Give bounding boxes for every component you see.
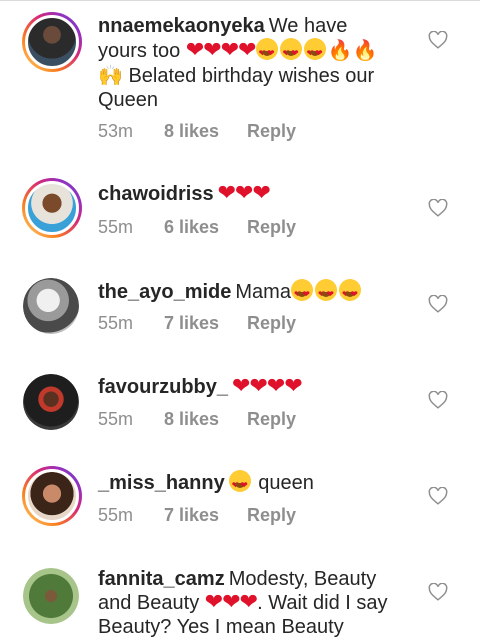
avatar[interactable]: [22, 178, 82, 238]
heart-outline-icon[interactable]: [428, 31, 448, 49]
heart-eyes-emoji: [290, 279, 313, 306]
comment-username[interactable]: the_ayo_mide: [98, 281, 231, 303]
avatar[interactable]: [22, 12, 82, 72]
comment-likes[interactable]: 7 likes: [164, 505, 247, 526]
reply-button[interactable]: Reply: [247, 217, 296, 238]
avatar[interactable]: [23, 278, 79, 334]
heart-eyes-emoji: [314, 279, 337, 306]
comment-text: favourzubby_ ❤❤❤❤: [98, 375, 398, 399]
comment-text: _miss_hanny queen: [98, 470, 398, 497]
comment-body-continued: Belated birthday wishes our Queen: [98, 65, 375, 111]
comment-meta: 55m 8 likes Reply: [98, 409, 296, 430]
avatar[interactable]: [23, 568, 79, 624]
top-divider: [0, 0, 480, 9]
comment-meta: 55m 6 likes Reply: [98, 217, 296, 238]
comment-time: 53m: [98, 121, 134, 141]
heart-eyes-emoji: [255, 38, 278, 65]
comment-body: Mama: [235, 281, 291, 303]
heart-eyes-emoji: [279, 38, 302, 65]
comment-username[interactable]: chawoidriss: [98, 183, 214, 205]
heart-outline-icon[interactable]: [428, 487, 448, 505]
avatar[interactable]: [23, 374, 79, 430]
fire-emoji: 🔥🔥: [327, 38, 378, 62]
comment-likes[interactable]: 8 likes: [164, 409, 247, 430]
reply-button[interactable]: Reply: [247, 313, 296, 334]
comment-time: 55m: [98, 313, 134, 333]
comment-username[interactable]: nnaemekaonyeka: [98, 15, 265, 37]
heart-outline-icon[interactable]: [428, 583, 448, 601]
comment-meta: 55m 7 likes Reply: [98, 505, 296, 526]
comment-text: chawoidriss ❤❤❤: [98, 182, 398, 206]
reply-button[interactable]: Reply: [247, 121, 296, 142]
red-heart-emoji: ❤❤❤: [204, 590, 258, 615]
comment-meta: 55m 7 likes Reply: [98, 313, 296, 334]
reply-button[interactable]: Reply: [247, 409, 296, 430]
avatar[interactable]: [22, 466, 82, 526]
heart-eyes-emoji: [338, 279, 361, 306]
comment-time: 55m: [98, 217, 134, 237]
comment-likes[interactable]: 6 likes: [164, 217, 247, 238]
red-heart-emoji: ❤❤❤❤: [232, 374, 303, 399]
heart-eyes-emoji: [303, 38, 326, 65]
comment-likes[interactable]: 8 likes: [164, 121, 247, 142]
red-heart-emoji: ❤❤❤: [217, 181, 271, 206]
raised-hands-emoji: 🙌: [98, 63, 123, 87]
comment-time: 55m: [98, 505, 134, 525]
heart-outline-icon[interactable]: [428, 199, 448, 217]
comment-meta: 53m 8 likes Reply: [98, 121, 296, 142]
comment-body: queen: [258, 472, 314, 494]
heart-outline-icon[interactable]: [428, 391, 448, 409]
heart-outline-icon[interactable]: [428, 295, 448, 313]
comment-time: 55m: [98, 409, 134, 429]
comment-text: nnaemekaonyekaWe have yours too ❤❤❤❤🔥🔥 🙌…: [98, 14, 398, 112]
comment-text: fannita_camz Modesty, Beauty and Beauty ❤…: [98, 567, 398, 639]
comment-username[interactable]: favourzubby_: [98, 376, 228, 398]
comment-username[interactable]: _miss_hanny: [98, 472, 225, 494]
comment-text: the_ayo_mide Mama: [98, 279, 398, 306]
red-heart-emoji: ❤❤❤❤: [185, 38, 257, 63]
heart-eyes-emoji: [228, 470, 251, 497]
reply-button[interactable]: Reply: [247, 505, 296, 526]
comment-likes[interactable]: 7 likes: [164, 313, 247, 334]
comment-username[interactable]: fannita_camz: [98, 568, 225, 590]
